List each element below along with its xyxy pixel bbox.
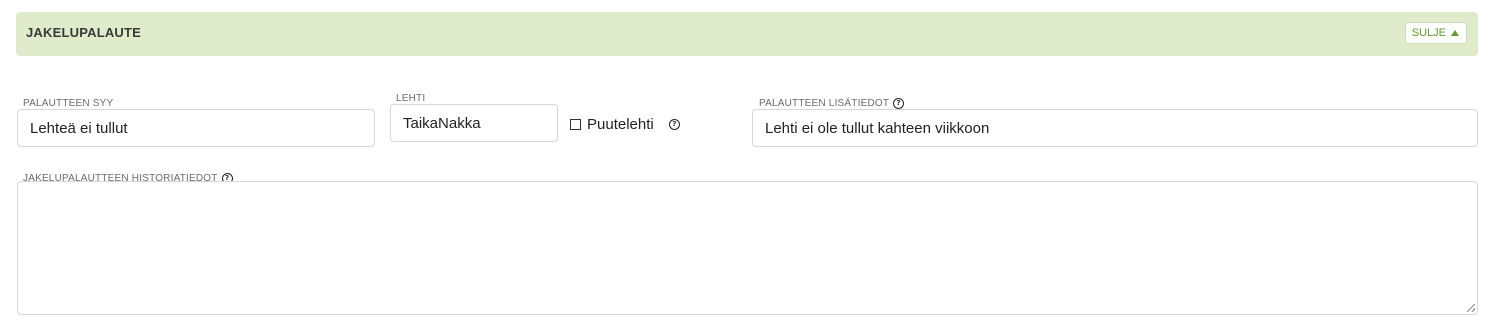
resize-handle[interactable] (1467, 304, 1475, 312)
additional-info-value: Lehti ei ole tullut kahteen viikkoon (765, 119, 990, 137)
section-header: JAKELUPALAUTE SULJE (16, 12, 1478, 56)
delivery-feedback-panel: JAKELUPALAUTE SULJE PALAUTTEEN SYY Lehte… (0, 0, 1496, 334)
history-textarea[interactable] (17, 181, 1478, 315)
additional-info-field[interactable]: Lehti ei ole tullut kahteen viikkoon (752, 109, 1478, 147)
section-title: JAKELUPALAUTE (26, 25, 142, 40)
paper-value: TaikaNakka (403, 114, 481, 132)
close-button-label: SULJE (1411, 27, 1446, 39)
reason-field[interactable]: Lehteä ei tullut (17, 109, 375, 147)
caret-up-icon (1451, 30, 1459, 36)
additional-info-label: PALAUTTEEN LISÄTIEDOT ? (759, 98, 905, 109)
reason-label-text: PALAUTTEEN SYY (23, 98, 114, 109)
reason-label: PALAUTTEEN SYY (23, 98, 113, 109)
close-button[interactable]: SULJE (1404, 22, 1467, 44)
paper-label: LEHTI (396, 93, 425, 104)
help-icon[interactable]: ? (893, 98, 905, 109)
additional-info-label-text: PALAUTTEEN LISÄTIEDOT (759, 98, 890, 109)
partial-paper-option: Puutelehti ? (570, 116, 680, 133)
partial-paper-label: Puutelehti (587, 116, 654, 133)
partial-paper-checkbox[interactable] (570, 119, 581, 130)
paper-field[interactable]: TaikaNakka (390, 104, 558, 142)
help-icon[interactable]: ? (668, 119, 680, 130)
reason-value: Lehteä ei tullut (30, 119, 128, 137)
paper-label-text: LEHTI (396, 93, 426, 104)
